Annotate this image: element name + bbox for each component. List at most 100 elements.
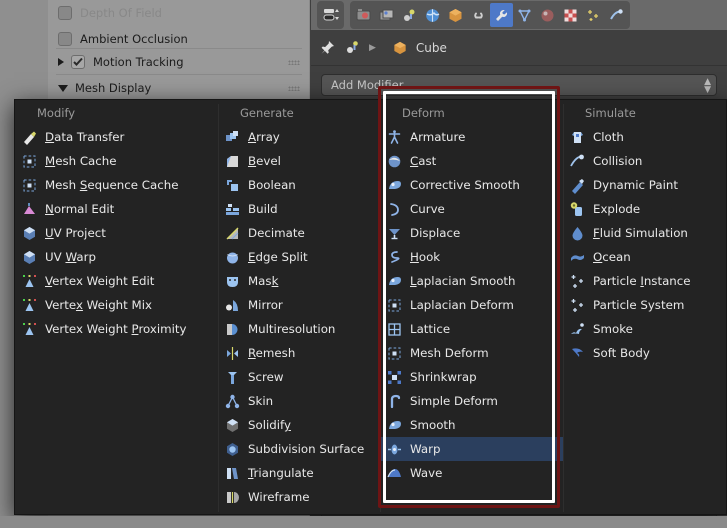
world-tab[interactable] xyxy=(421,3,444,27)
editor-type-icon[interactable] xyxy=(319,3,342,27)
menu-item-mask[interactable]: Mask xyxy=(218,269,380,293)
menu-item-build[interactable]: Build xyxy=(218,197,380,221)
menu-item-wireframe[interactable]: Wireframe xyxy=(218,485,380,509)
menu-item-warp[interactable]: Warp xyxy=(380,437,563,461)
menu-item-mesh-cache[interactable]: Mesh Cache xyxy=(15,149,218,173)
menu-item-ocean[interactable]: Ocean xyxy=(563,245,727,269)
row-depth-of-field[interactable]: Depth Of Field xyxy=(48,0,310,26)
menu-item-laplacian-smooth[interactable]: Laplacian Smooth xyxy=(380,269,563,293)
menu-item-uv-warp[interactable]: UV Warp xyxy=(15,245,218,269)
menu-item-shrinkwrap[interactable]: Shrinkwrap xyxy=(380,365,563,389)
menu-item-mesh-deform[interactable]: Mesh Deform xyxy=(380,341,563,365)
grip-icon[interactable] xyxy=(288,60,300,65)
properties-context-tabs[interactable] xyxy=(350,1,630,29)
menu-item-subdivision-surface[interactable]: Subdivision Surface xyxy=(218,437,380,461)
render-tab[interactable] xyxy=(352,3,375,27)
bottom-status-bar xyxy=(0,516,727,528)
menu-item-remesh[interactable]: Remesh xyxy=(218,341,380,365)
particle-instance-icon xyxy=(569,273,586,290)
constraints-tab[interactable] xyxy=(467,3,490,27)
scene-tab[interactable] xyxy=(398,3,421,27)
menu-item-decimate[interactable]: Decimate xyxy=(218,221,380,245)
menu-item-boolean[interactable]: Boolean xyxy=(218,173,380,197)
menu-item-label: Armature xyxy=(410,130,466,144)
menu-item-normal-edit[interactable]: Normal Edit xyxy=(15,197,218,221)
menu-item-dynamic-paint[interactable]: Dynamic Paint xyxy=(563,173,727,197)
material-tab[interactable] xyxy=(536,3,559,27)
physics-tab[interactable] xyxy=(605,3,628,27)
menu-item-label: Lattice xyxy=(410,322,451,336)
menu-item-bevel[interactable]: Bevel xyxy=(218,149,380,173)
soft-body-icon xyxy=(569,345,586,362)
menu-item-corrective-smooth[interactable]: Corrective Smooth xyxy=(380,173,563,197)
menu-item-screw[interactable]: Screw xyxy=(218,365,380,389)
menu-item-collision[interactable]: Collision xyxy=(563,149,727,173)
menu-item-particle-instance[interactable]: Particle Instance xyxy=(563,269,727,293)
menu-item-hook[interactable]: Hook xyxy=(380,245,563,269)
menu-item-displace[interactable]: Displace xyxy=(380,221,563,245)
menu-item-armature[interactable]: Armature xyxy=(380,125,563,149)
menu-item-data-transfer[interactable]: Data Transfer xyxy=(15,125,218,149)
section-motion-tracking[interactable]: Motion Tracking xyxy=(48,49,310,75)
menu-item-fluid-simulation[interactable]: Fluid Simulation xyxy=(563,221,727,245)
menu-item-label: Vertex Weight Proximity xyxy=(45,322,187,336)
mesh-deform-icon xyxy=(386,345,403,362)
uv-warp-icon xyxy=(21,249,38,266)
menu-item-cast[interactable]: Cast xyxy=(380,149,563,173)
menu-item-lattice[interactable]: Lattice xyxy=(380,317,563,341)
menu-item-vertex-weight-proximity[interactable]: Vertex Weight Proximity xyxy=(15,317,218,341)
curve-icon xyxy=(386,201,403,218)
menu-item-edge-split[interactable]: Edge Split xyxy=(218,245,380,269)
menu-item-smooth[interactable]: Smooth xyxy=(380,413,563,437)
menu-item-mesh-sequence-cache[interactable]: Mesh Sequence Cache xyxy=(15,173,218,197)
add-modifier-button[interactable]: Add Modifier ▲ ▼ xyxy=(321,74,717,96)
scene-icon[interactable] xyxy=(344,39,361,56)
spinner-icon[interactable]: ▲ ▼ xyxy=(704,78,711,95)
menu-item-label: Mesh Cache xyxy=(45,154,117,168)
build-icon xyxy=(224,201,241,218)
ambient-occlusion-checkbox[interactable] xyxy=(58,32,72,46)
menu-item-vertex-weight-mix[interactable]: Vertex Weight Mix xyxy=(15,293,218,317)
section-mesh-display[interactable]: Mesh Display xyxy=(48,75,310,101)
menu-item-label: Fluid Simulation xyxy=(593,226,688,240)
object-tab[interactable] xyxy=(444,3,467,27)
menu-item-array[interactable]: Array xyxy=(218,125,380,149)
motion-tracking-checkbox[interactable] xyxy=(71,55,85,69)
menu-item-vertex-weight-edit[interactable]: Vertex Weight Edit xyxy=(15,269,218,293)
menu-item-triangulate[interactable]: Triangulate xyxy=(218,461,380,485)
cloth-icon xyxy=(569,129,586,146)
menu-item-uv-project[interactable]: UV Project xyxy=(15,221,218,245)
depth-of-field-checkbox[interactable] xyxy=(58,6,72,20)
menu-item-particle-system[interactable]: Particle System xyxy=(563,293,727,317)
add-modifier-menu[interactable]: Modify Data Transfer Mesh Cache Mesh Seq… xyxy=(14,99,727,515)
menu-item-label: Array xyxy=(248,130,280,144)
menu-item-cloth[interactable]: Cloth xyxy=(563,125,727,149)
modifiers-tab[interactable] xyxy=(490,3,513,27)
decimate-icon xyxy=(224,225,241,242)
menu-item-skin[interactable]: Skin xyxy=(218,389,380,413)
menu-item-laplacian-deform[interactable]: Laplacian Deform xyxy=(380,293,563,317)
particles-tab[interactable] xyxy=(582,3,605,27)
pin-icon[interactable] xyxy=(319,39,336,56)
menu-item-curve[interactable]: Curve xyxy=(380,197,563,221)
menu-item-multiresolution[interactable]: Multiresolution xyxy=(218,317,380,341)
menu-item-soft-body[interactable]: Soft Body xyxy=(563,341,727,365)
texture-tab[interactable] xyxy=(559,3,582,27)
array-icon xyxy=(224,129,241,146)
menu-item-mirror[interactable]: Mirror xyxy=(218,293,380,317)
render-layers-tab[interactable] xyxy=(375,3,398,27)
menu-item-wave[interactable]: Wave xyxy=(380,461,563,485)
menu-item-explode[interactable]: Explode xyxy=(563,197,727,221)
editor-type-selector[interactable] xyxy=(317,1,344,29)
menu-item-label: Ocean xyxy=(593,250,631,264)
object-data-tab[interactable] xyxy=(513,3,536,27)
uv-project-icon xyxy=(21,225,38,242)
menu-item-simple-deform[interactable]: Simple Deform xyxy=(380,389,563,413)
mesh-cache-icon xyxy=(21,153,38,170)
menu-item-label: Normal Edit xyxy=(45,202,115,216)
menu-item-smoke[interactable]: Smoke xyxy=(563,317,727,341)
menu-item-solidify[interactable]: Solidify xyxy=(218,413,380,437)
menu-item-label: Collision xyxy=(593,154,643,168)
grip-icon[interactable] xyxy=(288,86,300,91)
mirror-icon xyxy=(224,297,241,314)
